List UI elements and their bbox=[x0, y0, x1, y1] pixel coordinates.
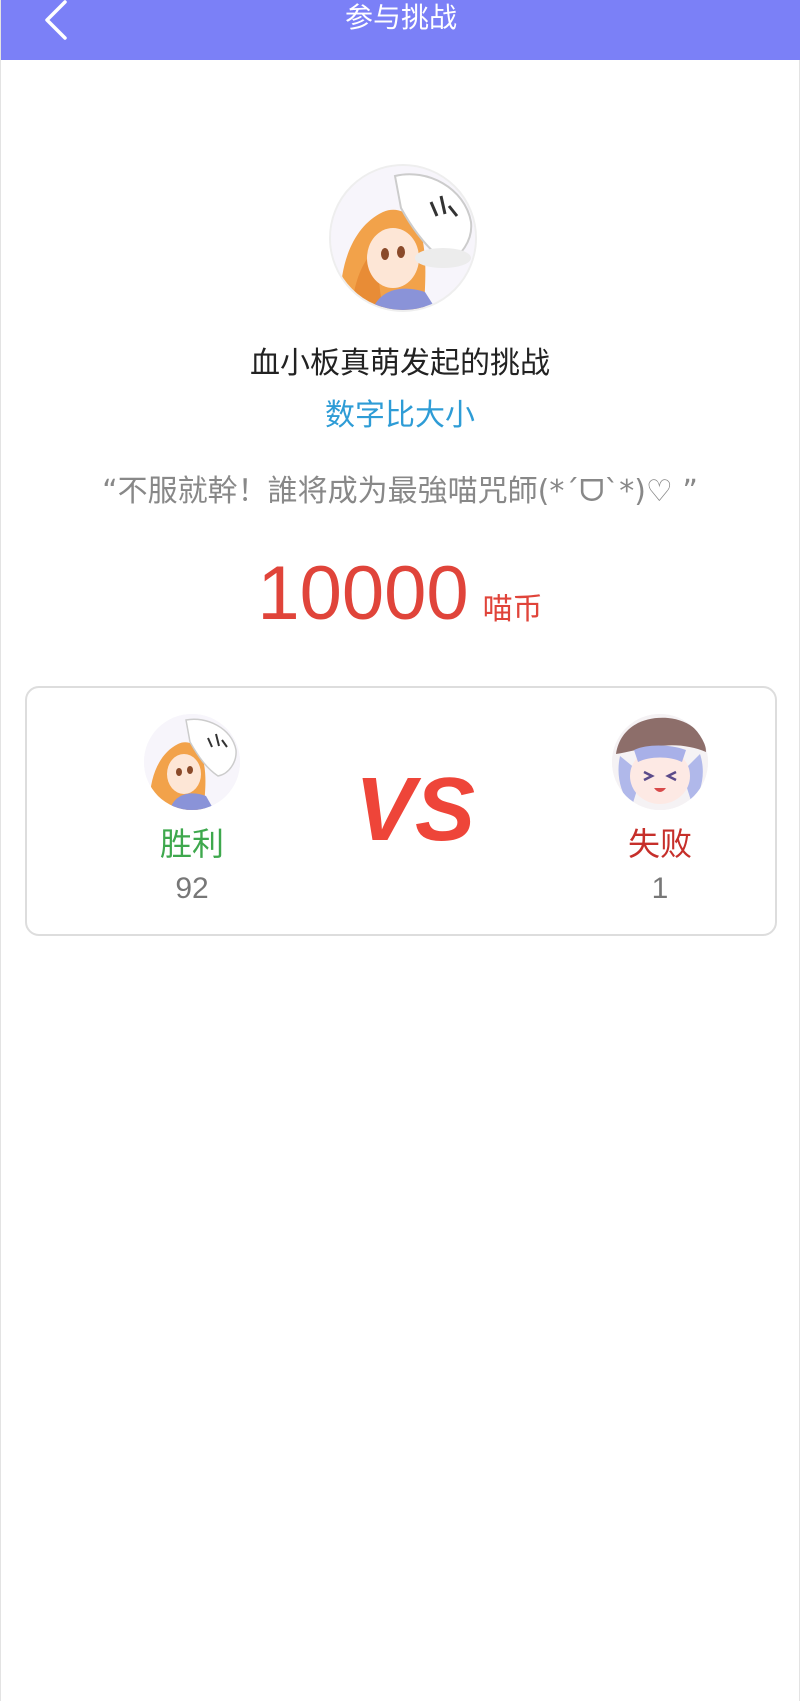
challenge-page: 参与挑战 血小板真萌发起的挑战 数字比大小 “不服就幹！誰将成为最強喵咒師(*ˊ… bbox=[0, 0, 800, 1701]
top-bar: 参与挑战 bbox=[1, 0, 800, 60]
challenger-avatar bbox=[329, 164, 477, 312]
left-player-avatar bbox=[144, 714, 240, 810]
left-player-score: 92 bbox=[175, 872, 209, 905]
game-name: 数字比大小 bbox=[325, 398, 475, 433]
right-player-score: 1 bbox=[651, 872, 669, 905]
player-right: 失败 1 bbox=[585, 714, 735, 906]
vs-logo: VS bbox=[355, 760, 475, 860]
svg-text:VS: VS bbox=[355, 760, 475, 860]
page-title: 参与挑战 bbox=[344, 1, 457, 34]
vs-card: 胜利 92 VS 失败 1 bbox=[25, 686, 777, 936]
reward-amount: 10000 bbox=[257, 551, 469, 636]
right-player-avatar bbox=[612, 714, 708, 810]
reward: 10000 喵币 bbox=[1, 550, 799, 637]
right-player-result: 失败 bbox=[627, 825, 692, 863]
player-left: 胜利 92 bbox=[117, 714, 267, 906]
challenge-slogan: “不服就幹！誰将成为最強喵咒師(*ˊᗜˋ*)♡ ” bbox=[102, 474, 698, 509]
left-player-result: 胜利 bbox=[159, 825, 224, 863]
challenge-title: 血小板真萌发起的挑战 bbox=[250, 346, 550, 381]
reward-unit: 喵币 bbox=[482, 592, 543, 627]
